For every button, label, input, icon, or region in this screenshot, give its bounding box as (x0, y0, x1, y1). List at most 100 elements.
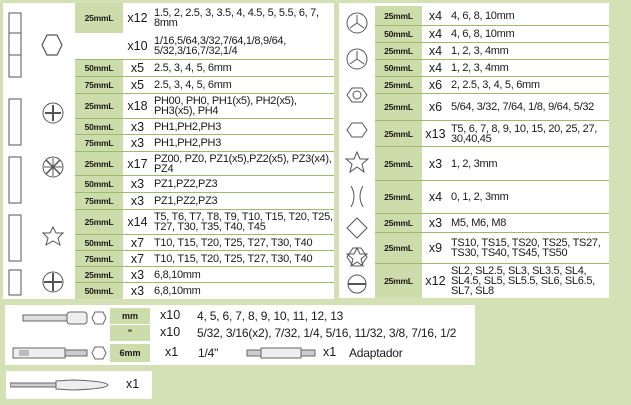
size-label: 25mmL (375, 264, 422, 298)
socket-sizes: 5/32, 3/16(x2), 7/32, 1/4, 5/16, 11/32, … (197, 326, 457, 340)
adapter-quantity-label: x1 (323, 345, 337, 359)
socket-adapter-icon (21, 309, 91, 332)
bit-sizes: 6,8,10mm (154, 268, 201, 281)
bit-sizes: 2.5, 3, 4, 5, 6mm (154, 62, 232, 74)
size-label: " (110, 325, 150, 341)
size-label: 75mmL (75, 135, 123, 151)
quantity-label: x9 (428, 241, 443, 255)
tri-wing-bit-icon (339, 3, 375, 43)
holder-size: 1/4" (198, 346, 219, 360)
table-row: 25mmL x18 PH00, PH0, PH1(x5), PH2(x5), P… (75, 94, 334, 118)
tamper-torx-bit-icon (339, 244, 375, 271)
table-row: 25mmL x9 TS10, TS15, TS20, TS25, TS27, T… (375, 233, 609, 263)
quantity-label: x10 (160, 325, 181, 339)
quantity-label: x6 (428, 78, 443, 92)
quantity-label: x4 (428, 27, 443, 41)
bit-sizes: 1, 2, 3, 4mm (451, 45, 509, 57)
size-label: 25mmL (75, 94, 123, 118)
quantity-label: x3 (130, 177, 145, 191)
size-label: 25mmL (375, 214, 422, 232)
quantity-label: x3 (130, 284, 145, 298)
slotted-bit-icon (339, 271, 375, 298)
bit-sizes: M5, M6, M8 (451, 217, 507, 229)
table-row: 50mmL x4 4, 6, 8, 10mm (375, 26, 609, 42)
quantity-label: x12 (425, 274, 446, 288)
table-row: 50mmL x7 T10, T15, T20, T25, T27, T30, T… (75, 235, 334, 250)
table-row: 75mmL x5 2.5, 3, 4, 5, 6mm (75, 77, 334, 93)
size-label: 25mmL (375, 6, 422, 25)
size-label: 25mmL (375, 181, 422, 213)
table-row: 50mmL x5 2.5, 3, 4, 5, 6mm (75, 60, 334, 76)
bit-sizes: PZ00, PZ0, PZ1(x5),PZ2(x5), PZ3(x4), PZ4 (154, 152, 332, 175)
bit-adapter-icon (245, 346, 317, 365)
table-row: 25mmL x4 1, 2, 3, 4mm (375, 43, 609, 59)
quick-release-holder-icon (11, 345, 91, 366)
size-label: 25mmL (375, 233, 422, 263)
bit-sizes: T5, 6, 7, 8, 9, 10, 15, 20, 25, 27, 30,4… (451, 122, 598, 145)
quantity-label: x6 (428, 100, 443, 114)
quantity-label: x10 (127, 39, 148, 53)
quantity-label: x3 (428, 216, 443, 230)
quantity-label: x17 (127, 156, 148, 171)
quantity-label: x3 (428, 156, 443, 171)
bit-sizes: 1, 2, 3, 4mm (451, 62, 509, 74)
bit-sizes: PH1,PH2,PH3 (154, 120, 222, 133)
size-label: 75mmL (75, 193, 123, 209)
bit-sizes: 1.5, 2, 2.5, 3, 3.5, 4, 4.5, 5, 5.5, 6, … (154, 7, 319, 29)
bit-sizes: T10, T15, T20, T25, T27, T30, T40 (154, 236, 313, 249)
size-label: 25mmL (375, 77, 422, 93)
bit-sizes: PH00, PH0, PH1(x5), PH2(x5), PH3(x5), PH… (154, 95, 297, 117)
quantity-label: x5 (130, 61, 145, 75)
socket-icon (91, 345, 107, 366)
torx-star-bit-icon (339, 146, 375, 180)
size-label: 50mmL (75, 119, 123, 134)
quantity-label: x10 (160, 308, 181, 322)
quantity-label: x1 (165, 345, 179, 359)
bit-sizes: 1, 2, 3mm (451, 157, 498, 170)
quantity-label: x3 (130, 194, 145, 208)
size-label: 25mmL (75, 267, 123, 282)
size-label: 6mm (110, 344, 150, 362)
quantity-label: x3 (130, 267, 145, 282)
quantity-label: x7 (130, 251, 145, 266)
bit-sizes: 1/16,5/64,3/32,7/64,1/8,9/64, 5/32,3/16,… (154, 35, 286, 57)
torx-bit-icon (3, 209, 75, 266)
quantity-label: x13 (425, 126, 446, 141)
table-row: 25mmL x3 1, 2, 3mm (375, 147, 609, 180)
quantity-label: x12 (127, 11, 148, 25)
table-row: 25mmL x4 0, 1, 2, 3mm (375, 181, 609, 213)
quantity-label: x1 (126, 377, 140, 391)
bit-sizes: 2.5, 3, 4, 5, 6mm (154, 79, 232, 91)
size-label (75, 33, 123, 59)
bit-sizes: 0, 1, 2, 3mm (451, 191, 509, 203)
quantity-label: x14 (127, 215, 148, 229)
size-label: 75mmL (75, 251, 123, 266)
size-label: 25mmL (375, 147, 422, 180)
table-row: 25mmL x17 PZ00, PZ0, PZ1(x5),PZ2(x5), PZ… (75, 152, 334, 175)
tri-point-bit-icon (339, 43, 375, 76)
quantity-label: x7 (130, 235, 145, 250)
size-label: 50mmL (75, 60, 123, 76)
bit-sizes: 4, 6, 8, 10mm (451, 28, 515, 40)
table-row: 25mmL x3 6,8,10mm (75, 267, 334, 282)
bit-table-left: 25mmL x12 1.5, 2, 2.5, 3, 3.5, 4, 4.5, 5… (3, 3, 334, 299)
hex-inch-bit-icon (339, 114, 375, 146)
bit-sizes: 4, 6, 8, 10mm (451, 9, 515, 22)
table-row: 75mmL x3 PH1,PH2,PH3 (75, 135, 334, 151)
quantity-label: x3 (130, 119, 145, 134)
size-label: 25mmL (75, 3, 123, 33)
size-label: 50mmL (75, 235, 123, 250)
size-label: 50mmL (375, 26, 422, 42)
size-label: 75mmL (75, 77, 123, 93)
socket-table: mm x10 4, 5, 6, 7, 8, 9, 10, 11, 12, 13 … (5, 305, 475, 365)
table-row: x10 1/16,5/64,3/32,7/64,1/8,9/64, 5/32,3… (75, 33, 334, 59)
quantity-label: x4 (428, 61, 443, 75)
size-label: 25mmL (375, 121, 422, 146)
left-icon-column (3, 3, 75, 299)
bit-sizes: PZ1,PZ2,PZ3 (154, 178, 218, 190)
bit-table-right: 25mmL x4 4, 6, 8, 10mm 50mmL x4 4, 6, 8,… (339, 3, 609, 298)
table-row: 50mmL x3 PH1,PH2,PH3 (75, 119, 334, 134)
bit-sizes: T5, T6, T7, T8, T9, T10, T15, T20, T25, … (154, 211, 333, 233)
size-label: 50mmL (375, 60, 422, 76)
bit-sizes: SL2, SL2.5, SL3, SL3.5, SL4, SL4.5, SL5,… (451, 265, 595, 297)
